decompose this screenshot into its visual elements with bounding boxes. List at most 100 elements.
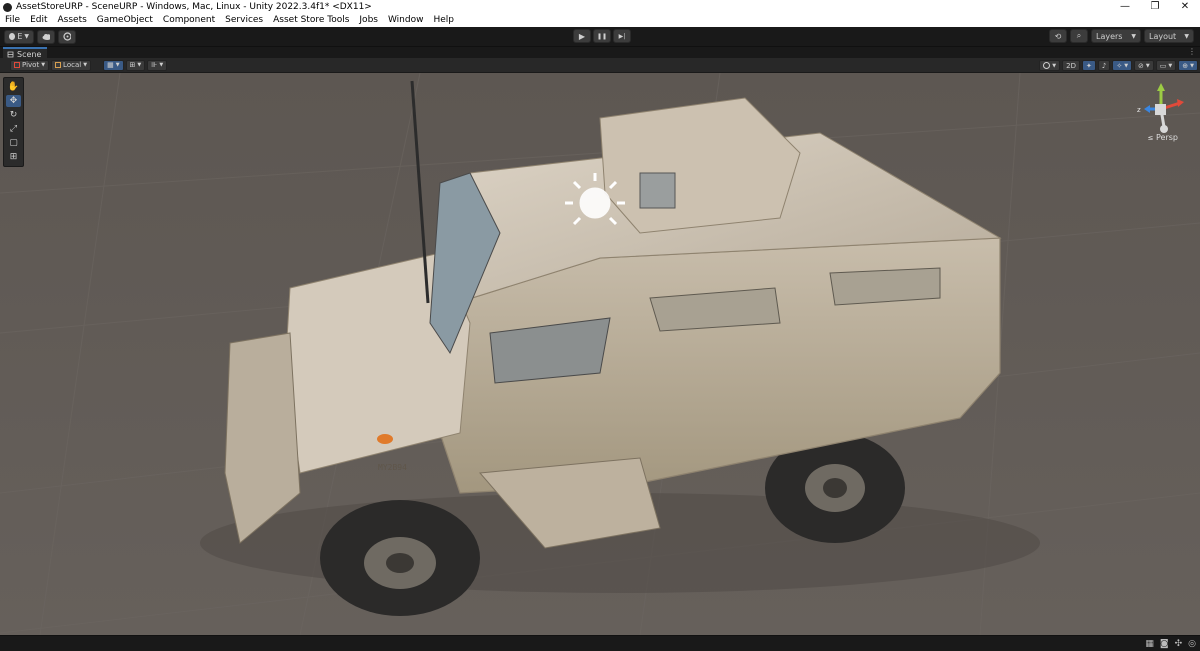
close-button[interactable]: ✕: [1170, 0, 1200, 14]
menu-edit[interactable]: Edit: [25, 14, 52, 27]
collab-button[interactable]: [58, 29, 76, 44]
account-dropdown[interactable]: E ▼: [4, 29, 34, 44]
step-icon: ▶|: [618, 32, 626, 40]
debug-icon[interactable]: ✣: [1175, 639, 1183, 649]
step-button[interactable]: ▶|: [613, 29, 631, 43]
layout-label: Layout: [1149, 31, 1177, 41]
chevron-down-icon: ▼: [1190, 62, 1194, 69]
toggle-2d-button[interactable]: 2D: [1062, 60, 1080, 71]
maximize-button[interactable]: ❐: [1140, 0, 1170, 14]
snap-icon: ⊞: [129, 61, 136, 69]
chevron-down-icon: ▼: [1052, 62, 1057, 69]
menu-window[interactable]: Window: [383, 14, 429, 27]
window-title: AssetStoreURP - SceneURP - Windows, Mac,…: [16, 2, 372, 12]
menu-services[interactable]: Services: [220, 14, 268, 27]
gizmos-dropdown[interactable]: ⊕ ▼: [1178, 60, 1198, 71]
unity-logo-icon: [3, 2, 12, 12]
move-tool-button[interactable]: ✥: [6, 95, 21, 107]
chevron-down-icon: ▼: [115, 62, 120, 68]
toolbar-right: ⟲ ⌕ Layers ▼ Layout ▼: [1046, 29, 1194, 43]
visibility-toggle-button[interactable]: ⊘ ▼: [1134, 60, 1154, 71]
cache-server-icon[interactable]: ◙: [1160, 639, 1169, 649]
effects-icon: ✧: [1116, 61, 1123, 70]
collab-icon: [63, 32, 71, 41]
main-toolbar: E ▼ ▶ ❚❚ ▶| ⟲ ⌕ Layers ▼ Layout ▼: [0, 27, 1200, 46]
status-bar: ▦ ◙ ✣ ◎: [0, 635, 1200, 651]
grid-icon: ▦: [107, 61, 114, 69]
transform-tools-palette: ✋ ✥ ↻ ⤢ ▢ ⊞: [3, 77, 24, 167]
pivot-dropdown[interactable]: Pivot ▼: [10, 59, 50, 71]
toggle-2d-label: 2D: [1066, 61, 1076, 70]
minimize-button[interactable]: —: [1110, 0, 1140, 14]
transform-icon: ⊞: [9, 152, 18, 162]
camera-icon: ▭: [1159, 61, 1167, 70]
undo-history-button[interactable]: ⟲: [1049, 29, 1067, 43]
chevron-down-icon: ▼: [83, 62, 88, 68]
scene-tab-icon: [7, 51, 14, 57]
rotate-icon: ↻: [9, 110, 18, 120]
pivot-label: Pivot: [22, 61, 40, 69]
chevron-down-icon: ▼: [137, 62, 142, 68]
rotate-tool-button[interactable]: ↻: [6, 109, 21, 121]
cloud-icon: [42, 34, 50, 40]
hand-tool-button[interactable]: ✋: [6, 81, 21, 93]
search-icon: ⌕: [1076, 31, 1082, 40]
transform-tool-button[interactable]: ⊞: [6, 151, 21, 163]
vehicle-plate-text: MY2B94: [378, 463, 407, 472]
chevron-down-icon: ▼: [41, 62, 46, 68]
menu-help[interactable]: Help: [428, 14, 459, 27]
window-controls: — ❐ ✕: [1110, 0, 1200, 14]
chevron-down-icon: ▼: [24, 33, 29, 40]
menu-file[interactable]: File: [0, 14, 25, 27]
layout-dropdown[interactable]: Layout ▼: [1144, 29, 1194, 43]
local-dropdown[interactable]: Local ▼: [51, 59, 92, 71]
cloud-button[interactable]: [37, 29, 55, 44]
lighting-toggle-button[interactable]: ✦: [1081, 60, 1096, 71]
history-icon: ⟲: [1054, 31, 1062, 41]
menu-assets[interactable]: Assets: [53, 14, 92, 27]
collab-status-icon[interactable]: ◎: [1188, 639, 1196, 649]
gizmo-axis-label: z: [1137, 106, 1141, 114]
tab-menu-icon[interactable]: ⋮: [1188, 47, 1196, 56]
chevron-down-icon: ▼: [1131, 32, 1136, 40]
menu-jobs[interactable]: Jobs: [354, 14, 383, 27]
menu-component[interactable]: Component: [158, 14, 220, 27]
layers-label: Layers: [1096, 31, 1123, 41]
menu-bar: File Edit Assets GameObject Component Se…: [0, 14, 1200, 27]
chevron-down-icon: ▼: [1168, 62, 1173, 69]
account-icon: [9, 33, 16, 40]
effects-dropdown[interactable]: ✧ ▼: [1112, 60, 1133, 71]
scene-toolbar: Pivot ▼ Local ▼ ▦ ▼ ⊞ ▼ ⊪ ▼ ▼ 2D ✦ ♪ ✧ ▼…: [0, 58, 1200, 73]
projection-label[interactable]: ≤ Persp: [1148, 133, 1178, 142]
tab-strip: Scene ⋮: [0, 46, 1200, 59]
shading-icon: [1043, 62, 1051, 69]
progress-icon[interactable]: ▦: [1145, 639, 1154, 649]
menu-gameobject[interactable]: GameObject: [92, 14, 158, 27]
scene-viewport[interactable]: MY2B94 ✋ ✥ ↻ ⤢ ▢ ⊞ z ≤ Persp: [0, 73, 1200, 635]
front-wheel: [320, 500, 480, 616]
chevron-down-icon: ▼: [159, 62, 164, 68]
menu-asset-store-tools[interactable]: Asset Store Tools: [268, 14, 354, 27]
play-button[interactable]: ▶: [573, 29, 591, 43]
chevron-down-icon: ▼: [1124, 62, 1129, 69]
increment-snap-button[interactable]: ⊪ ▼: [147, 59, 168, 71]
account-label: E: [17, 32, 23, 41]
chevron-down-icon: ▼: [1184, 32, 1189, 40]
camera-settings-dropdown[interactable]: ▭ ▼: [1155, 60, 1177, 71]
snap-increment-button[interactable]: ⊞ ▼: [125, 59, 146, 71]
draw-mode-dropdown[interactable]: ▼: [1039, 60, 1061, 71]
persp-prefix-icon: ≤: [1147, 134, 1154, 142]
move-icon: ✥: [9, 96, 18, 106]
scene-view-options: ▼ 2D ✦ ♪ ✧ ▼ ⊘ ▼ ▭ ▼ ⊕ ▼: [1037, 60, 1198, 71]
scale-tool-button[interactable]: ⤢: [6, 123, 21, 135]
audio-toggle-button[interactable]: ♪: [1097, 60, 1111, 71]
pause-button[interactable]: ❚❚: [593, 29, 611, 43]
persp-label-text: Persp: [1156, 133, 1178, 142]
gizmos-icon: ⊕: [1182, 61, 1189, 70]
playmode-controls: ▶ ❚❚ ▶|: [572, 29, 632, 43]
grid-snap-button[interactable]: ▦ ▼: [103, 59, 124, 71]
play-icon: ▶: [578, 31, 586, 41]
search-button[interactable]: ⌕: [1070, 29, 1088, 43]
rect-tool-button[interactable]: ▢: [6, 137, 21, 149]
layers-dropdown[interactable]: Layers ▼: [1091, 29, 1141, 43]
